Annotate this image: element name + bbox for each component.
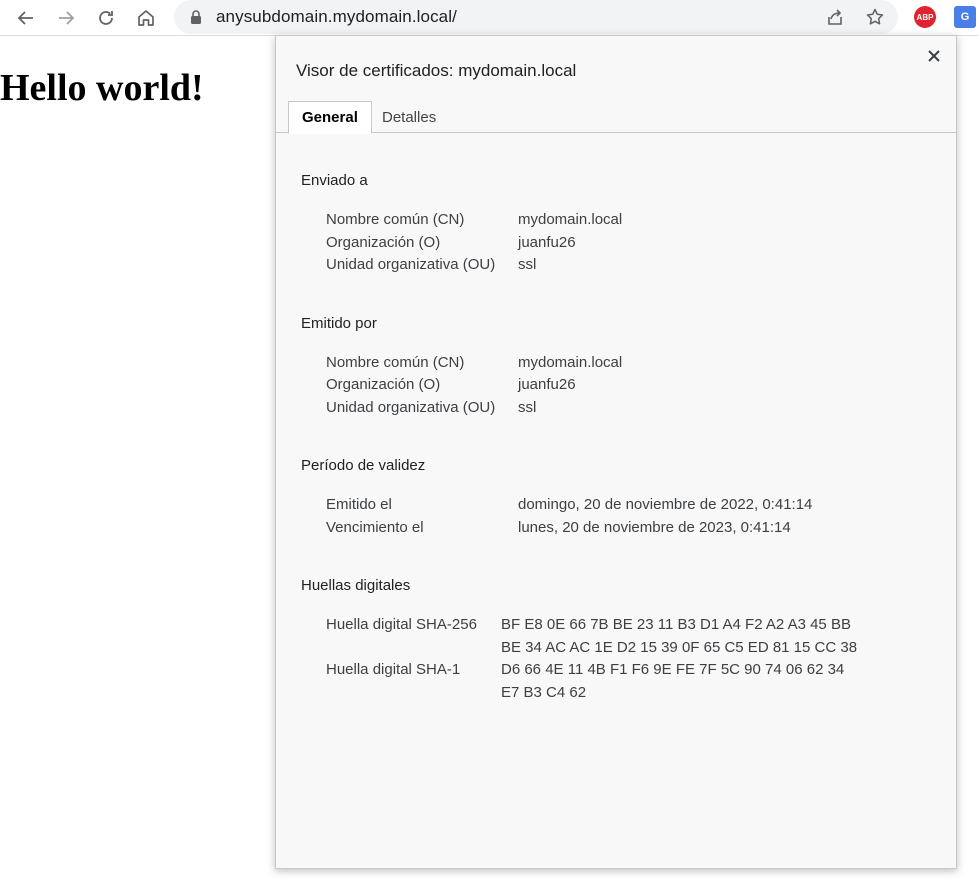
- url-text[interactable]: anysubdomain.mydomain.local/: [216, 7, 457, 27]
- bookmark-button[interactable]: [864, 6, 886, 28]
- field-label: Huella digital SHA-1: [326, 661, 461, 678]
- tab-bar: General Detalles: [276, 101, 956, 134]
- section-title-fingerprints: Huellas digitales: [301, 577, 411, 594]
- home-button[interactable]: [132, 4, 160, 32]
- lock-icon[interactable]: [188, 9, 204, 25]
- browser-toolbar: anysubdomain.mydomain.local/ ABP G: [0, 0, 978, 36]
- tab-content-general: Enviado a Nombre común (CN) mydomain.loc…: [276, 134, 956, 868]
- field-value: juanfu26: [518, 376, 576, 393]
- translate-extension-icon[interactable]: G: [954, 6, 976, 28]
- tab-general[interactable]: General: [288, 101, 372, 134]
- tab-detalles[interactable]: Detalles: [369, 101, 449, 134]
- field-label: Organización (O): [326, 376, 441, 393]
- adblock-label: ABP: [916, 12, 934, 22]
- field-label: Unidad organizativa (OU): [326, 256, 496, 273]
- section-title-issued-by: Emitido por: [301, 315, 377, 332]
- field-value: lunes, 20 de noviembre de 2023, 0:41:14: [518, 519, 791, 536]
- section-title-validity: Período de validez: [301, 457, 426, 474]
- field-value: mydomain.local: [518, 354, 623, 371]
- close-icon: [928, 50, 940, 62]
- translate-label: G: [960, 11, 970, 23]
- field-value: mydomain.local: [518, 211, 623, 228]
- address-bar[interactable]: anysubdomain.mydomain.local/: [174, 0, 898, 34]
- reload-icon: [99, 11, 113, 25]
- field-label: Nombre común (CN): [326, 211, 465, 228]
- home-icon: [138, 10, 154, 26]
- reload-button[interactable]: [92, 4, 120, 32]
- close-button[interactable]: [924, 46, 944, 66]
- adblock-extension-icon[interactable]: ABP: [914, 6, 936, 28]
- field-value: domingo, 20 de noviembre de 2022, 0:41:1…: [518, 496, 813, 513]
- fingerprint-sha1-line: D6 66 4E 11 4B F1 F6 9E FE 7F 5C 90 74 0…: [501, 661, 845, 678]
- field-label: Vencimiento el: [326, 519, 424, 536]
- field-label: Nombre común (CN): [326, 354, 465, 371]
- section-title-issued-to: Enviado a: [301, 172, 368, 189]
- forward-button[interactable]: [52, 4, 80, 32]
- fingerprint-sha256-line: BF E8 0E 66 7B BE 23 11 B3 D1 A4 F2 A2 A…: [501, 616, 851, 633]
- share-button[interactable]: [824, 6, 846, 28]
- field-label: Unidad organizativa (OU): [326, 399, 496, 416]
- arrow-right-icon: [59, 11, 75, 25]
- field-value: ssl: [518, 399, 537, 416]
- field-label: Huella digital SHA-256: [326, 616, 477, 633]
- fingerprint-sha1-line: E7 B3 C4 62: [501, 684, 587, 701]
- page-heading: Hello world!: [0, 67, 204, 109]
- certificate-viewer-dialog: Visor de certificados: mydomain.local Ge…: [275, 35, 957, 869]
- fingerprint-sha256-line: BE 34 AC AC 1E D2 15 39 0F 65 C5 ED 81 1…: [501, 639, 858, 656]
- field-value: juanfu26: [518, 234, 576, 251]
- field-value: ssl: [518, 256, 537, 273]
- arrow-left-icon: [17, 11, 33, 25]
- field-label: Emitido el: [326, 496, 392, 513]
- dialog-title: Visor de certificados: mydomain.local: [296, 61, 577, 80]
- share-icon: [828, 9, 842, 25]
- back-button[interactable]: [12, 4, 40, 32]
- star-icon: [866, 8, 884, 25]
- field-label: Organización (O): [326, 234, 441, 251]
